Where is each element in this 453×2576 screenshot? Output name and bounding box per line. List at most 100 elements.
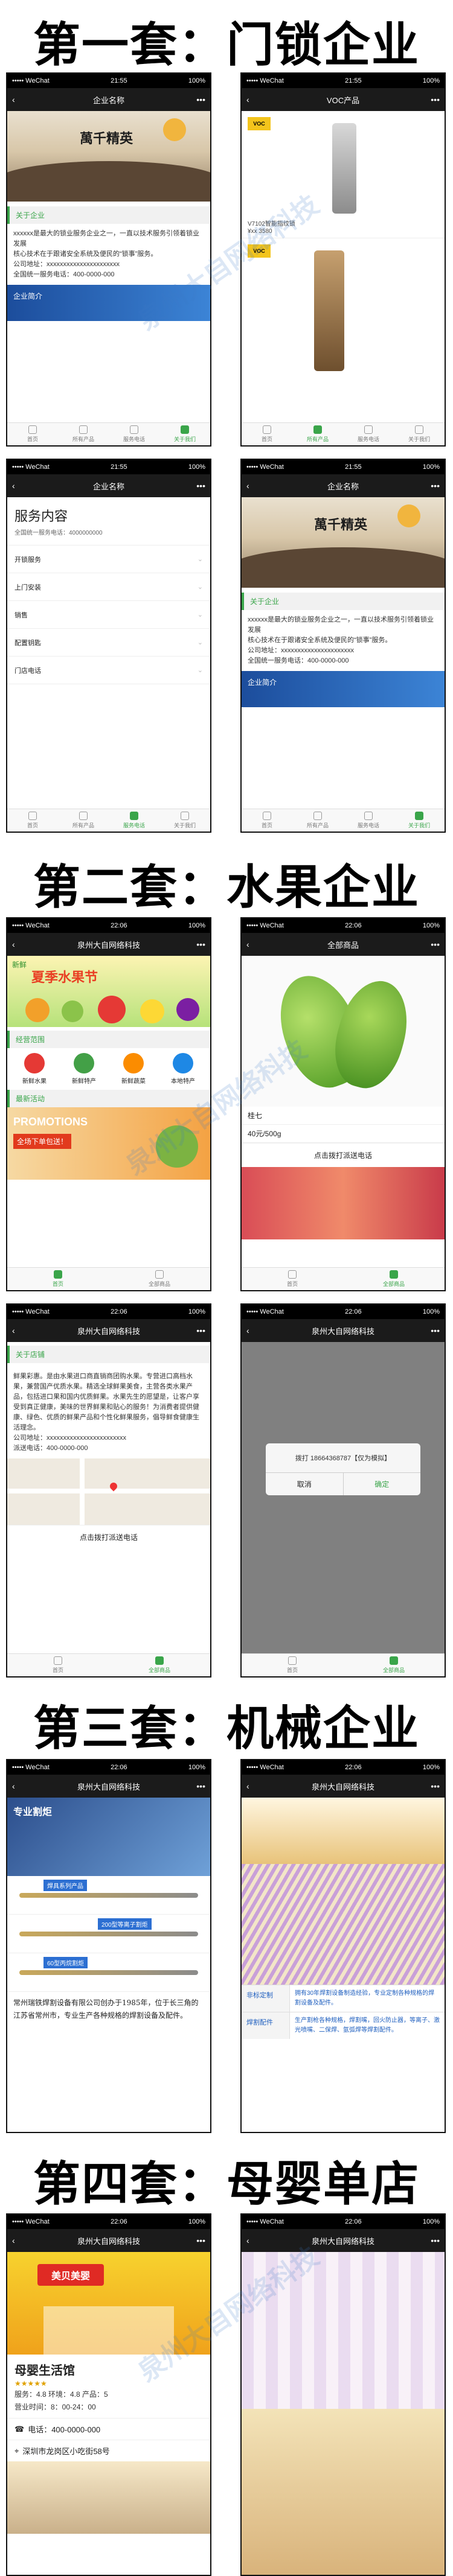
more-icon[interactable]: ••• (196, 481, 205, 491)
tab-about[interactable]: 关于我们 (159, 809, 210, 832)
more-icon[interactable]: ••• (431, 95, 440, 104)
tab-home[interactable]: 首页 (7, 809, 58, 832)
kiwi-graphic (62, 1000, 83, 1022)
back-icon[interactable]: ‹ (246, 481, 249, 491)
tab-home[interactable]: 首页 (7, 423, 58, 445)
product-card[interactable]: VOC (242, 238, 445, 419)
nav-bar: ‹ 泉州大自网络科技 ••• (242, 2229, 445, 2252)
more-icon[interactable]: ••• (196, 2236, 205, 2245)
back-icon[interactable]: ‹ (12, 481, 15, 491)
orange-graphic (25, 998, 50, 1022)
more-icon[interactable]: ••• (431, 1781, 440, 1791)
nav-bar: ‹ 泉州大自网络科技 ••• (242, 1319, 445, 1342)
user-icon (415, 425, 423, 434)
tab-home[interactable]: 首页 (242, 1268, 343, 1290)
promo-banner[interactable]: PROMOTIONS 全场下单包送！ (7, 1107, 210, 1180)
product-row: 非标定制 拥有30年焊割设备制造经验，专业定制各种规格的焊割设备及配件。 (242, 1985, 445, 2012)
tab-home[interactable]: 首页 (242, 809, 292, 832)
more-icon[interactable]: ••• (196, 1781, 205, 1791)
category-vegetable[interactable]: 新鲜蔬菜 (109, 1053, 158, 1085)
tab-phone[interactable]: 服务电话 (343, 809, 394, 832)
fruit-banner: 新鲜 夏季水果节 (7, 956, 210, 1027)
grid-icon (155, 1656, 164, 1665)
tab-products[interactable]: 所有产品 (292, 423, 343, 445)
service-item[interactable]: 销售 ⌄ (7, 601, 210, 629)
tab-home[interactable]: 首页 (242, 1654, 343, 1676)
back-icon[interactable]: ‹ (12, 95, 15, 104)
battery: 100% (188, 77, 205, 84)
more-icon[interactable]: ••• (431, 1326, 440, 1335)
product-row[interactable]: 200型等离子割炬 (7, 1915, 210, 1953)
storefront-image: 美贝美婴 (7, 2252, 210, 2355)
tab-all-products[interactable]: 全部商品 (109, 1654, 210, 1676)
tab-products[interactable]: 所有产品 (292, 809, 343, 832)
section-title-baby-store: 第四套：母婴单店 (33, 2157, 420, 2212)
promo-banner: 企业简介 (7, 285, 210, 321)
status-time: 22:06 (345, 1308, 362, 1315)
back-icon[interactable]: ‹ (12, 940, 15, 949)
cancel-button[interactable]: 取消 (266, 1473, 343, 1495)
phone-line[interactable]: ☎ 电话：400-0000-000 (7, 2418, 210, 2440)
phone-text: 电话：400-0000-000 (28, 2425, 101, 2434)
service-item[interactable]: 开锁服务 ⌄ (7, 545, 210, 573)
call-button[interactable]: 点击拨打派送电话 (242, 1143, 445, 1167)
status-time: 21:55 (111, 463, 127, 471)
nav-bar: ‹ 泉州大自网络科技 ••• (242, 1775, 445, 1798)
service-item[interactable]: 上门安装 ⌄ (7, 573, 210, 601)
more-icon[interactable]: ••• (431, 940, 440, 949)
more-icon[interactable]: ••• (196, 95, 205, 104)
tab-phone[interactable]: 服务电话 (109, 809, 159, 832)
home-icon (54, 1656, 62, 1665)
back-icon[interactable]: ‹ (246, 940, 249, 949)
tab-home[interactable]: 首页 (7, 1268, 109, 1290)
more-icon[interactable]: ••• (431, 481, 440, 491)
tab-all-products[interactable]: 全部商品 (343, 1268, 445, 1290)
category-fruit[interactable]: 新鲜水果 (10, 1053, 59, 1085)
product-row[interactable]: 焊具系列产品 (7, 1876, 210, 1915)
tab-about[interactable]: 关于我们 (394, 423, 445, 445)
more-icon[interactable]: ••• (196, 1326, 205, 1335)
tab-products[interactable]: 所有产品 (58, 423, 109, 445)
back-icon[interactable]: ‹ (12, 1781, 15, 1791)
nav-title: 泉州大自网络科技 (311, 2236, 374, 2246)
carrier: ••••• WeChat (246, 463, 284, 471)
category-specialty[interactable]: 新鲜特产 (59, 1053, 109, 1085)
back-icon[interactable]: ‹ (246, 95, 249, 104)
product-image (242, 1167, 445, 1239)
nav-title: 泉州大自网络科技 (77, 1326, 140, 1336)
service-item-label: 上门安装 (14, 584, 41, 591)
call-dialog: 拨打 18664368787【仅为模拟】 取消 确定 (266, 1443, 420, 1495)
back-icon[interactable]: ‹ (246, 1326, 249, 1335)
back-icon[interactable]: ‹ (12, 2236, 15, 2245)
address-line[interactable]: ⌖ 深圳市龙岗区小吃街58号 (7, 2440, 210, 2461)
map-road (80, 1458, 85, 1525)
tab-all-products[interactable]: 全部商品 (109, 1268, 210, 1290)
back-icon[interactable]: ‹ (12, 1326, 15, 1335)
tab-phone[interactable]: 服务电话 (343, 423, 394, 445)
tab-phone[interactable]: 服务电话 (109, 423, 159, 445)
tab-home[interactable]: 首页 (7, 1654, 109, 1676)
product-row[interactable]: 60型丙烷割炬 (7, 1953, 210, 1992)
tab-label: 首页 (27, 436, 38, 442)
tab-products[interactable]: 所有产品 (58, 809, 109, 832)
more-icon[interactable]: ••• (196, 940, 205, 949)
back-icon[interactable]: ‹ (246, 1781, 249, 1791)
tab-home[interactable]: 首页 (242, 423, 292, 445)
tab-bar: 首页 全部商品 (242, 1653, 445, 1676)
tab-all-products[interactable]: 全部商品 (343, 1654, 445, 1676)
call-button[interactable]: 点击拨打派送电话 (7, 1525, 210, 1549)
map[interactable] (7, 1458, 210, 1525)
nav-bar: ‹ VOC产品 ••• (242, 88, 445, 111)
category-local[interactable]: 本地特产 (158, 1053, 208, 1085)
phone-lock-about: ••••• WeChat 21:55 100% ‹ 企业名称 ••• 萬千精英 关于企业… (240, 459, 446, 833)
confirm-button[interactable]: 确定 (342, 1473, 421, 1495)
tab-about[interactable]: 关于我们 (394, 809, 445, 832)
back-icon[interactable]: ‹ (246, 2236, 249, 2245)
more-icon[interactable]: ••• (431, 2236, 440, 2245)
product-card[interactable]: VOC V7102智能指纹锁 ¥xx 3580 (242, 111, 445, 238)
tab-about[interactable]: 关于我们 (159, 423, 210, 445)
service-item[interactable]: 配置钥匙 ⌄ (7, 629, 210, 657)
service-item[interactable]: 门店电话 ⌄ (7, 657, 210, 684)
section-header: 关于企业 (7, 206, 210, 224)
grid-icon (79, 425, 88, 434)
